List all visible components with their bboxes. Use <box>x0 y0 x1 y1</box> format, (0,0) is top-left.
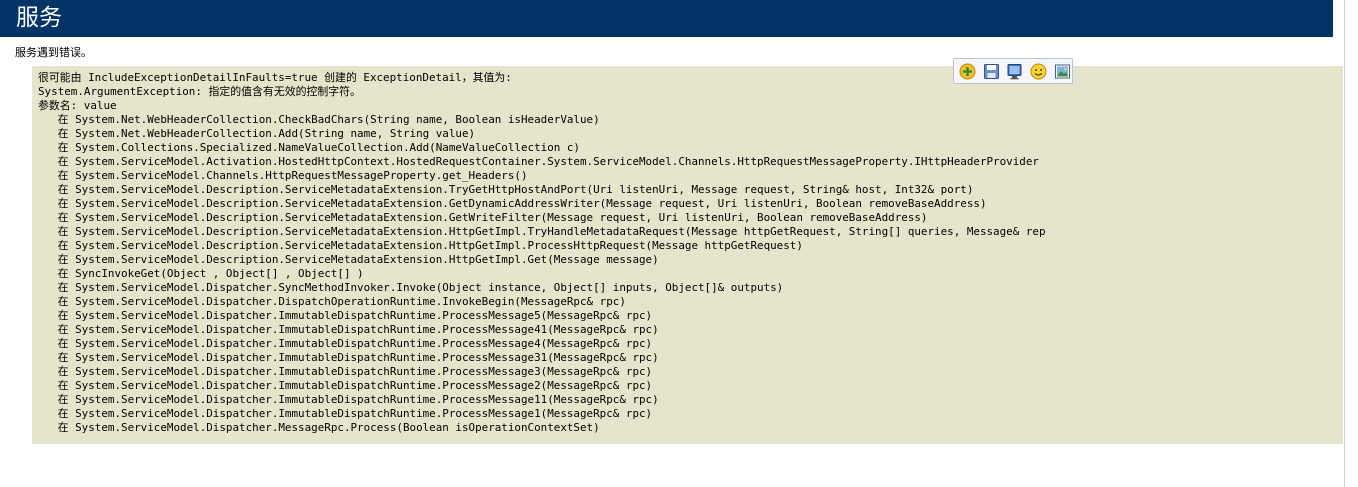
add-icon <box>959 63 976 79</box>
floating-toolbar <box>953 58 1073 84</box>
stack-frame-line: 在 System.ServiceModel.Description.Servic… <box>38 211 928 224</box>
monitor-button[interactable] <box>1006 62 1025 81</box>
scrollbar-track <box>1345 455 1358 487</box>
stack-frame-line: 在 System.Net.WebHeaderCollection.CheckBa… <box>38 113 600 126</box>
stack-frame-line: 在 System.ServiceModel.Description.Servic… <box>38 253 659 266</box>
add-button[interactable] <box>958 62 977 81</box>
image-icon <box>1055 64 1071 78</box>
exception-detail-text: 很可能由 IncludeExceptionDetailInFaults=true… <box>38 71 1046 435</box>
exception-line: System.ArgumentException: 指定的值含有无效的控制字符。 <box>38 85 361 98</box>
stack-frame-line: 在 System.ServiceModel.Dispatcher.Immutab… <box>38 323 659 336</box>
stack-frame-line: 在 System.ServiceModel.Dispatcher.Immutab… <box>38 407 653 420</box>
stack-frame-line: 在 System.ServiceModel.Dispatcher.Dispatc… <box>38 295 626 308</box>
stack-frame-line: 在 System.ServiceModel.Dispatcher.Immutab… <box>38 393 659 406</box>
monitor-icon <box>1007 63 1022 79</box>
exception-detail-box: 很可能由 IncludeExceptionDetailInFaults=true… <box>32 66 1343 444</box>
stack-frame-line: 在 System.ServiceModel.Description.Servic… <box>38 183 974 196</box>
stack-frame-line: 在 System.ServiceModel.Dispatcher.Immutab… <box>38 379 653 392</box>
save-button[interactable] <box>982 62 1001 81</box>
stack-frame-line: 在 System.ServiceModel.Dispatcher.Immutab… <box>38 337 653 350</box>
page-header: 服务 <box>0 0 1333 37</box>
page-title: 服务 <box>16 5 62 31</box>
exception-line: 参数名: value <box>38 99 117 112</box>
stack-frame-line: 在 System.ServiceModel.Description.Servic… <box>38 225 1046 238</box>
stack-frame-line: 在 System.ServiceModel.Description.Servic… <box>38 239 803 252</box>
stack-frame-line: 在 System.ServiceModel.Dispatcher.Immutab… <box>38 351 659 364</box>
stack-frame-line: 在 System.ServiceModel.Activation.HostedH… <box>38 155 1039 168</box>
stack-frame-line: 在 System.Net.WebHeaderCollection.Add(Str… <box>38 127 476 140</box>
smiley-icon <box>1030 63 1047 79</box>
stack-frame-line: 在 SyncInvokeGet(Object , Object[] , Obje… <box>38 267 364 280</box>
stack-frame-line: 在 System.ServiceModel.Dispatcher.Immutab… <box>38 309 653 322</box>
stack-frame-line: 在 System.ServiceModel.Dispatcher.SyncMet… <box>38 281 784 294</box>
error-intro-text: 服务遇到错误。 <box>15 46 92 59</box>
stack-frame-line: 在 System.Collections.Specialized.NameVal… <box>38 141 580 154</box>
stack-frame-line: 在 System.ServiceModel.Dispatcher.Immutab… <box>38 365 653 378</box>
exception-line: 很可能由 IncludeExceptionDetailInFaults=true… <box>38 71 512 84</box>
image-button[interactable] <box>1053 62 1072 81</box>
save-icon <box>983 63 999 79</box>
smiley-button[interactable] <box>1029 62 1048 81</box>
page: 服务 服务遇到错误。 很可能由 IncludeExceptionDetailIn… <box>0 0 1358 487</box>
stack-frame-line: 在 System.ServiceModel.Description.Servic… <box>38 197 987 210</box>
stack-frame-line: 在 System.ServiceModel.Channels.HttpReque… <box>38 169 528 182</box>
vertical-scrollbar[interactable] <box>1344 0 1358 487</box>
stack-frame-line: 在 System.ServiceModel.Dispatcher.Message… <box>38 421 600 434</box>
